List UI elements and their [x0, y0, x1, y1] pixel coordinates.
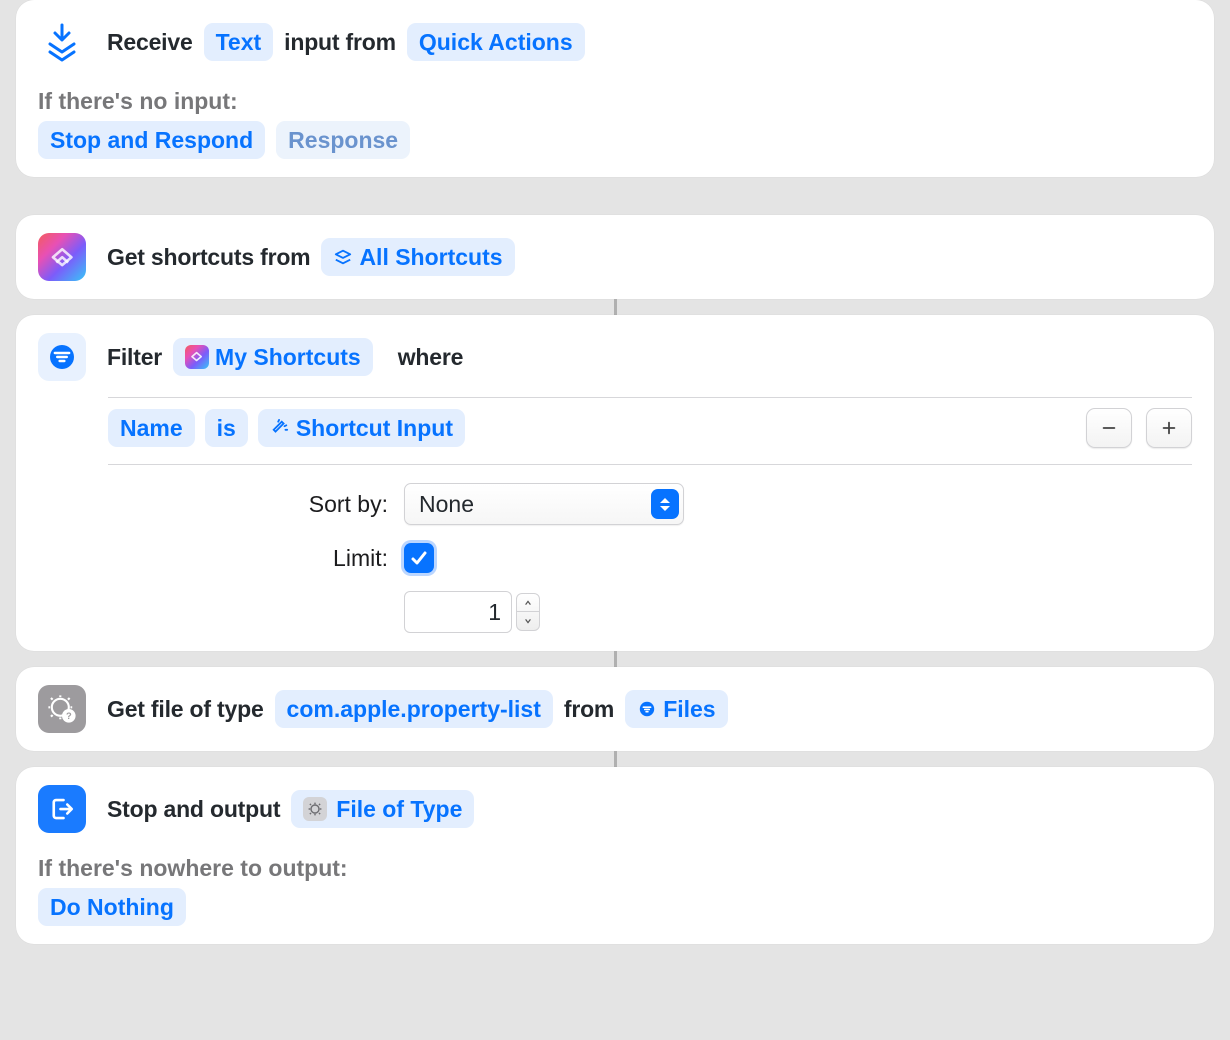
- filter-card: Filter My Shortcuts where Name is Shortc…: [16, 315, 1214, 651]
- shortcuts-mini-icon: [185, 345, 209, 369]
- get-shortcuts-prefix: Get shortcuts from: [107, 234, 310, 280]
- receive-icon: [38, 18, 86, 66]
- receive-middle: input from: [284, 19, 396, 65]
- chevron-updown-icon: [651, 489, 679, 519]
- filter-operator[interactable]: is: [205, 409, 248, 447]
- filter-field[interactable]: Name: [108, 409, 195, 447]
- connector: [614, 299, 617, 315]
- limit-stepper[interactable]: [516, 593, 540, 631]
- sort-row: Sort by: None: [108, 483, 1192, 525]
- get-shortcuts-card: Get shortcuts from All Shortcuts: [16, 215, 1214, 299]
- add-condition-button[interactable]: [1146, 408, 1192, 448]
- output-card: Stop and output File of Type If there's …: [16, 767, 1214, 944]
- limit-row: Limit:: [108, 543, 1192, 573]
- no-input-response[interactable]: Response: [276, 121, 410, 159]
- receive-card: Receive Text input from Quick Actions If…: [16, 0, 1214, 177]
- nowhere-label: If there's nowhere to output:: [38, 855, 1192, 882]
- filter-source[interactable]: My Shortcuts: [173, 338, 373, 376]
- divider: [108, 464, 1192, 465]
- gear-question-icon: ?: [38, 685, 86, 733]
- limit-checkbox[interactable]: [404, 543, 434, 573]
- receive-type-pill[interactable]: Text: [204, 23, 274, 61]
- shortcuts-app-icon: [38, 233, 86, 281]
- get-shortcuts-source[interactable]: All Shortcuts: [321, 238, 514, 276]
- getfile-prefix: Get file of type: [107, 686, 264, 732]
- stepper-up[interactable]: [517, 594, 539, 612]
- stack-icon: [333, 247, 353, 267]
- wand-icon: [270, 418, 290, 438]
- svg-text:?: ?: [66, 711, 72, 721]
- filter-prefix: Filter: [107, 334, 162, 380]
- sort-value: None: [419, 491, 474, 518]
- divider: [108, 397, 1192, 398]
- getfile-source[interactable]: Files: [625, 690, 727, 728]
- stepper-down[interactable]: [517, 612, 539, 630]
- receive-prefix: Receive: [107, 19, 193, 65]
- output-value[interactable]: File of Type: [291, 790, 474, 828]
- receive-source-pill[interactable]: Quick Actions: [407, 23, 585, 61]
- connector: [614, 651, 617, 667]
- limit-label: Limit:: [108, 545, 388, 572]
- output-prefix: Stop and output: [107, 786, 280, 832]
- no-input-action[interactable]: Stop and Respond: [38, 121, 265, 159]
- sort-select[interactable]: None: [404, 483, 684, 525]
- filter-where: where: [398, 334, 463, 380]
- nowhere-action[interactable]: Do Nothing: [38, 888, 186, 926]
- filter-value[interactable]: Shortcut Input: [258, 409, 465, 447]
- connector: [614, 751, 617, 767]
- exit-icon: [38, 785, 86, 833]
- no-input-label: If there's no input:: [38, 88, 1192, 115]
- getfile-type[interactable]: com.apple.property-list: [275, 690, 553, 728]
- filter-icon: [38, 333, 86, 381]
- filter-mini-icon: [637, 699, 657, 719]
- filter-condition-row: Name is Shortcut Input: [108, 408, 1192, 448]
- sort-label: Sort by:: [108, 491, 388, 518]
- limit-field[interactable]: 1: [404, 591, 512, 633]
- limit-value-row: 1: [108, 591, 1192, 633]
- gear-chip-icon: [303, 797, 327, 821]
- remove-condition-button[interactable]: [1086, 408, 1132, 448]
- getfile-middle: from: [564, 686, 614, 732]
- get-file-card: ? Get file of type com.apple.property-li…: [16, 667, 1214, 751]
